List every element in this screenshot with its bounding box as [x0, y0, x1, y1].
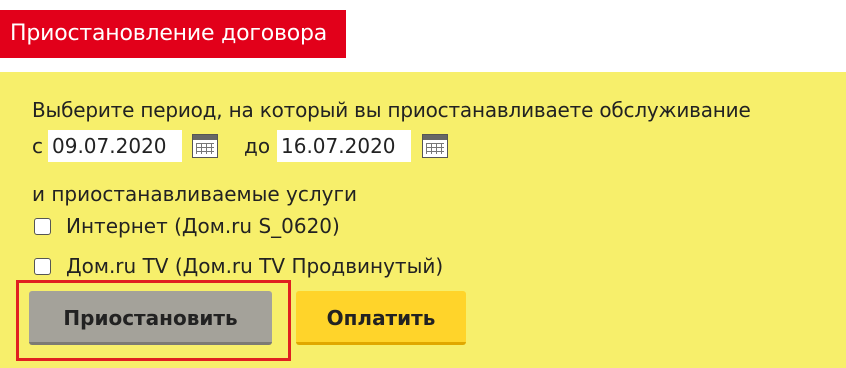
- from-date-field[interactable]: 09.07.2020: [48, 130, 182, 162]
- pay-button[interactable]: Оплатить: [296, 291, 466, 345]
- to-prefix-label: до: [244, 134, 271, 158]
- checkbox-icon[interactable]: [34, 218, 51, 235]
- calendar-icon[interactable]: [422, 134, 448, 158]
- service-tv-label: Дом.ru TV (Дом.ru TV Продвинутый): [66, 254, 444, 278]
- suspend-button[interactable]: Приостановить: [29, 291, 272, 345]
- page-title: Приостановление договора: [0, 10, 346, 58]
- from-prefix-label: с: [32, 134, 43, 158]
- period-prompt: Выберите период, на который вы приостана…: [32, 98, 751, 122]
- to-date-field[interactable]: 16.07.2020: [277, 130, 411, 162]
- service-internet-label: Интернет (Дом.ru S_0620): [66, 214, 340, 238]
- calendar-icon[interactable]: [192, 134, 218, 158]
- checkbox-icon[interactable]: [34, 258, 51, 275]
- services-label: и приостанавливаемые услуги: [32, 182, 358, 206]
